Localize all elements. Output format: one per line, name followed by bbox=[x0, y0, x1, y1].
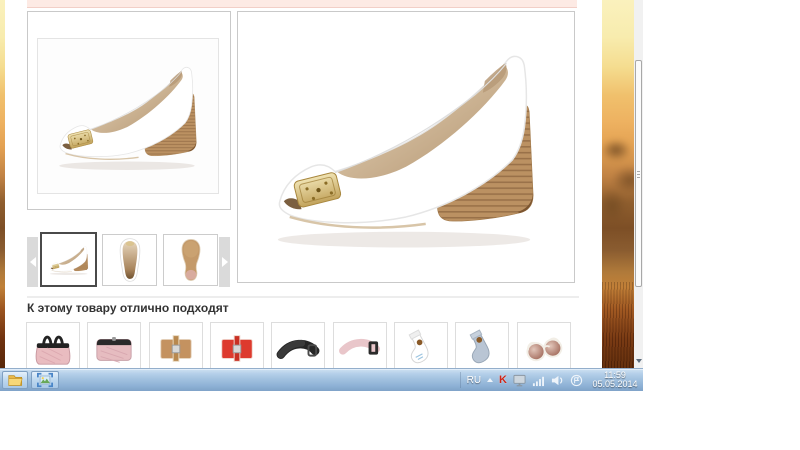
show-hidden-icons-icon[interactable] bbox=[487, 378, 493, 382]
related-item-gray-socks[interactable] bbox=[455, 322, 509, 368]
related-item-white-socks[interactable] bbox=[394, 322, 448, 368]
carousel-next-button[interactable] bbox=[219, 237, 230, 287]
thumbnail-side-view[interactable] bbox=[40, 232, 97, 287]
related-item-pink-laptop-sleeve[interactable] bbox=[87, 322, 141, 368]
chevron-right-icon bbox=[222, 257, 228, 267]
chevron-down-icon bbox=[636, 359, 642, 363]
shoe-top-thumb-image bbox=[115, 237, 145, 283]
pink-belt-icon bbox=[337, 328, 383, 368]
white-sock-icon bbox=[398, 328, 444, 368]
shoe-side-thumb-image bbox=[44, 238, 94, 282]
taskbar-clock[interactable]: 11:59 05.05.2014 bbox=[589, 371, 641, 390]
volume-icon[interactable] bbox=[551, 374, 564, 387]
taskbar-button-windows-explorer[interactable] bbox=[2, 371, 28, 389]
tan-wallet-icon bbox=[153, 328, 199, 368]
vertical-scrollbar[interactable] bbox=[634, 0, 643, 368]
kaspersky-icon[interactable]: K bbox=[499, 374, 507, 386]
scrollbar-grip-icon bbox=[637, 171, 640, 172]
promo-banner-strip bbox=[27, 0, 577, 8]
system-tray: RU K 11:59 bbox=[460, 369, 641, 391]
shoe-preview-image bbox=[38, 40, 218, 192]
network-signal-icon[interactable] bbox=[532, 374, 545, 387]
sunglasses-icon bbox=[521, 328, 567, 368]
black-belt-icon bbox=[275, 328, 321, 368]
shoe-main-image[interactable] bbox=[238, 12, 574, 282]
shoe-sole-thumb-image bbox=[176, 237, 206, 283]
carousel-prev-button[interactable] bbox=[27, 237, 38, 287]
scrollbar-down-button[interactable] bbox=[634, 353, 643, 368]
scrollbar-thumb[interactable] bbox=[635, 60, 642, 287]
red-wallet-icon bbox=[214, 328, 260, 368]
related-item-white-sunglasses[interactable] bbox=[517, 322, 571, 368]
related-products-heading: К этому товару отлично подходят bbox=[27, 301, 229, 315]
related-item-black-belt[interactable] bbox=[271, 322, 325, 368]
thumbnail-insole-top-view[interactable] bbox=[102, 234, 157, 286]
sleeve-icon bbox=[91, 328, 137, 368]
page-content-column: К этому товару отлично подходят bbox=[5, 0, 602, 368]
thumbnail-sole-view[interactable] bbox=[163, 234, 218, 286]
gallery-preview-image[interactable] bbox=[37, 38, 219, 194]
related-item-tan-wallet[interactable] bbox=[149, 322, 203, 368]
action-center-icon[interactable] bbox=[570, 374, 583, 387]
browser-viewport: К этому товару отлично подходят bbox=[0, 0, 643, 368]
windows-taskbar: RU K 11:59 bbox=[0, 368, 643, 391]
gallery-main-box bbox=[237, 11, 575, 283]
gray-sock-icon bbox=[459, 328, 505, 368]
section-divider bbox=[27, 296, 579, 298]
related-item-pink-belt[interactable] bbox=[333, 322, 387, 368]
tray-divider bbox=[460, 372, 461, 388]
handbag-icon bbox=[30, 328, 76, 368]
desktop-screenshot: К этому товару отлично подходят bbox=[0, 0, 800, 450]
related-item-red-wallet[interactable] bbox=[210, 322, 264, 368]
taskbar-button-photo-viewer[interactable] bbox=[31, 371, 59, 389]
display-settings-icon[interactable] bbox=[513, 374, 526, 387]
related-item-pink-black-handbag[interactable] bbox=[26, 322, 80, 368]
clock-date: 05.05.2014 bbox=[589, 380, 641, 390]
windows-explorer-icon bbox=[6, 372, 24, 388]
language-indicator[interactable]: RU bbox=[467, 375, 481, 386]
chevron-left-icon bbox=[30, 257, 36, 267]
gallery-preview-box bbox=[27, 11, 231, 210]
photo-viewer-icon bbox=[36, 372, 54, 388]
